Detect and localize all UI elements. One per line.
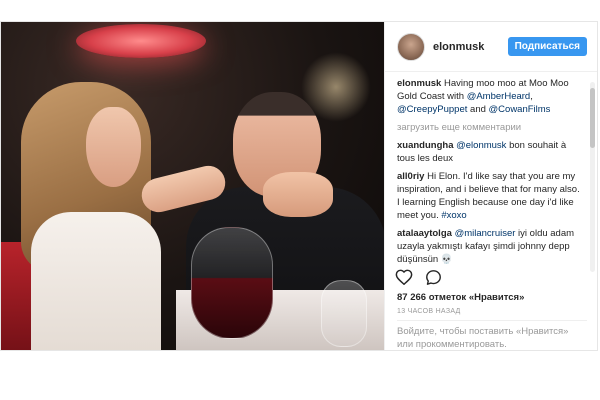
comment-mention-link[interactable]: @milancruiser xyxy=(455,228,516,239)
comment: atalaaytolga @milancruiser iyi oldu adam… xyxy=(397,227,583,266)
instagram-post: elonmusk Подписаться elonmusk Having moo… xyxy=(0,21,598,351)
comments-list: elonmusk Having moo moo at Moo Moo Gold … xyxy=(385,77,589,273)
red-lamp-shape xyxy=(76,24,206,58)
speech-bubble-icon[interactable] xyxy=(425,269,442,286)
post-caption: elonmusk Having moo moo at Moo Moo Gold … xyxy=(397,77,583,116)
comments-scrollbar[interactable] xyxy=(590,82,595,272)
post-timestamp[interactable]: 13 часов назад xyxy=(397,308,461,315)
avatar[interactable] xyxy=(397,32,425,61)
login-link[interactable]: Войдите xyxy=(397,326,434,337)
hands-shape xyxy=(263,172,333,217)
comment-mention-link[interactable]: @AmberHeard xyxy=(467,91,531,102)
comment-text: , xyxy=(530,91,533,102)
comment-text: Hi Elon. I'd like say that you are my in… xyxy=(397,171,580,221)
comment-username[interactable]: all0riy xyxy=(397,171,424,182)
comment-mention-link[interactable]: @CowanFilms xyxy=(489,104,551,115)
post-username[interactable]: elonmusk xyxy=(433,41,508,53)
wine-glass-shape xyxy=(191,227,273,339)
action-bar xyxy=(395,266,442,288)
comment-username[interactable]: elonmusk xyxy=(397,78,441,89)
woman-body-shape xyxy=(31,212,161,350)
comment-mention-link[interactable]: #xoxo xyxy=(441,210,466,221)
heart-icon[interactable] xyxy=(395,269,413,285)
woman-face-shape xyxy=(86,107,141,187)
scrollbar-thumb[interactable] xyxy=(590,88,595,148)
comment-text: and xyxy=(467,104,489,115)
follow-button[interactable]: Подписаться xyxy=(507,37,587,56)
comment-mention-link[interactable]: @elonmusk xyxy=(456,140,506,151)
comment-username[interactable]: atalaaytolga xyxy=(397,228,452,239)
login-prompt: Войдите, чтобы поставить «Нравится» или … xyxy=(397,320,587,351)
comment-mention-link[interactable]: @CreepyPuppet xyxy=(397,104,467,115)
comment: all0riy Hi Elon. I'd like say that you a… xyxy=(397,170,583,222)
comment-text: Good pick Elon, cute one xyxy=(466,272,574,273)
comment: xuandungha @elonmusk bon souhait à tous … xyxy=(397,139,583,165)
post-photo[interactable] xyxy=(1,22,384,350)
post-side-panel: elonmusk Подписаться elonmusk Having moo… xyxy=(384,22,597,350)
comment-username[interactable]: xuandungha xyxy=(397,140,453,151)
load-more-comments-link[interactable]: загрузить еще комментарии xyxy=(397,121,583,134)
likes-count[interactable]: 87 266 отметок «Нравится» xyxy=(397,292,524,303)
post-header: elonmusk Подписаться xyxy=(385,22,597,72)
water-glass-shape xyxy=(321,280,367,347)
